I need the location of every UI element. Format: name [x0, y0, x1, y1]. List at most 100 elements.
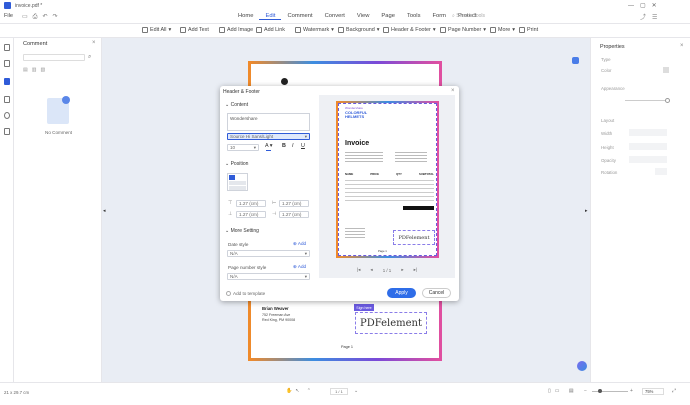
- attachment-icon[interactable]: [4, 96, 10, 103]
- content-section: ⌄ Content: [225, 102, 249, 108]
- assistant-bubble-icon[interactable]: [577, 361, 587, 371]
- navigation-tools[interactable]: ✋↖ ⌃: [286, 388, 314, 394]
- add-link-button[interactable]: Add Link: [256, 27, 285, 33]
- font-select[interactable]: Source Hi Sans/Light ▾: [227, 133, 310, 140]
- rotation-input[interactable]: [655, 168, 667, 175]
- add-to-template-checkbox[interactable]: [226, 291, 231, 296]
- next-page-icon[interactable]: ▸: [401, 267, 403, 273]
- color-swatch[interactable]: [663, 67, 669, 73]
- prev-page-icon[interactable]: ◂: [370, 267, 372, 273]
- right-margin-icon: ⊣: [272, 211, 277, 217]
- search-icon[interactable]: [4, 112, 10, 119]
- content-text-area[interactable]: Wondershare: [227, 113, 310, 131]
- add-text-button[interactable]: Add Text: [180, 27, 209, 33]
- link-icon: [256, 27, 262, 33]
- bold-icon[interactable]: B: [282, 143, 286, 149]
- comment-icon[interactable]: [4, 78, 10, 85]
- left-margin-input[interactable]: 1.27 (cm): [279, 200, 309, 207]
- watermark-button[interactable]: Watermark ▾: [295, 27, 334, 33]
- opacity-slider[interactable]: [625, 100, 665, 101]
- menu-edit[interactable]: Edit: [259, 13, 282, 20]
- thumbnail-icon[interactable]: [4, 44, 10, 51]
- page-footer: Page 1: [341, 345, 354, 349]
- font-color-button[interactable]: A ▾: [265, 143, 273, 149]
- menu-comment[interactable]: Comment: [281, 13, 318, 20]
- preview-invoice-meta: [395, 150, 427, 164]
- text-icon: [180, 27, 186, 33]
- right-margin-input[interactable]: 1.27 (cm): [279, 211, 309, 218]
- next-page-icon[interactable]: ⌄: [354, 388, 358, 394]
- font-size-select[interactable]: 10 ▾: [227, 144, 259, 151]
- share-icons[interactable]: ⤴☰: [640, 12, 663, 21]
- print-icon: [519, 27, 525, 33]
- position-cell[interactable]: [229, 186, 246, 190]
- add-page-number-button[interactable]: ⊕ Add: [293, 264, 306, 270]
- preview-total-bar: [403, 206, 434, 210]
- menu-home[interactable]: Home: [232, 13, 259, 20]
- window-controls[interactable]: —▢✕: [628, 2, 663, 9]
- italic-icon[interactable]: I: [292, 143, 294, 149]
- quick-tools[interactable]: ▭⎙↶↷: [22, 13, 63, 21]
- menu-tools[interactable]: Tools: [401, 13, 427, 20]
- background-icon: [338, 27, 344, 33]
- bookmark-icon[interactable]: [4, 60, 10, 67]
- position-cell[interactable]: [229, 181, 246, 185]
- comment-filter-icons[interactable]: ▤▥▧: [23, 67, 49, 73]
- ai-assist-icon[interactable]: [572, 57, 579, 64]
- zoom-out-icon[interactable]: −: [584, 388, 587, 394]
- cancel-button[interactable]: Cancel: [422, 288, 451, 298]
- position-grid[interactable]: [227, 173, 248, 191]
- preview-table-rows: [345, 177, 434, 203]
- menu-view[interactable]: View: [351, 13, 375, 20]
- menu-form[interactable]: Form: [426, 13, 452, 20]
- fit-page-icon[interactable]: ⤢: [672, 388, 676, 394]
- more-button[interactable]: More ▾: [490, 27, 515, 33]
- preview-address-lines: [345, 150, 383, 164]
- comment-search-input[interactable]: [23, 54, 85, 61]
- width-input[interactable]: [629, 129, 667, 136]
- height-input[interactable]: [629, 143, 667, 150]
- underline-icon[interactable]: U: [301, 143, 305, 149]
- first-page-icon[interactable]: |◂: [357, 267, 360, 273]
- page-number-style-select[interactable]: N/A ▾: [227, 273, 310, 280]
- search-tools[interactable]: ⌕ Search Tools: [452, 13, 485, 19]
- signature-field[interactable]: PDFelement: [355, 312, 427, 334]
- last-page-icon[interactable]: ▸|: [414, 267, 417, 273]
- preview-brand: COLORFUL HELMETS: [345, 110, 368, 119]
- address-line-1: 752 Freeman Ave: [262, 313, 291, 317]
- menu-page[interactable]: Page: [375, 13, 401, 20]
- apply-button[interactable]: Apply: [387, 288, 416, 298]
- zoom-in-icon[interactable]: +: [630, 388, 633, 394]
- close-icon[interactable]: ×: [680, 43, 684, 49]
- position-cell-selected[interactable]: [229, 175, 235, 180]
- view-mode-icons[interactable]: ▯▭ ▤: [548, 388, 578, 394]
- zoom-select[interactable]: 75%: [642, 388, 664, 395]
- close-icon[interactable]: ×: [451, 88, 455, 94]
- print-button[interactable]: Print: [519, 27, 538, 33]
- top-margin-input[interactable]: 1.27 (cm): [236, 200, 266, 207]
- opacity-input[interactable]: [629, 156, 667, 163]
- add-image-button[interactable]: Add Image: [219, 27, 253, 33]
- zoom-slider-handle[interactable]: [598, 389, 602, 393]
- address-line-2: Red King, PM 90008: [262, 318, 296, 322]
- search-icon[interactable]: ⌕: [88, 54, 91, 61]
- background-button[interactable]: Background ▾: [338, 27, 380, 33]
- bottom-margin-input[interactable]: 1.27 (cm): [236, 211, 266, 218]
- page-input[interactable]: 1 / 1: [330, 388, 348, 395]
- slider-handle[interactable]: [665, 98, 670, 103]
- page-logo-icon: [281, 78, 288, 85]
- close-icon[interactable]: ×: [92, 40, 96, 46]
- add-date-button[interactable]: ⊕ Add: [293, 241, 306, 247]
- collapse-left-icon[interactable]: ◂: [103, 208, 106, 214]
- menu-convert[interactable]: Convert: [319, 13, 351, 20]
- header-footer-button[interactable]: Header & Footer ▾: [383, 27, 436, 33]
- edit-icon: [142, 27, 148, 33]
- document-tab[interactable]: invoice.pdf *: [15, 3, 42, 9]
- collapse-right-icon[interactable]: ▸: [585, 208, 588, 214]
- edit-all-button[interactable]: Edit All ▾: [142, 27, 171, 33]
- date-style-select[interactable]: N/A ▾: [227, 250, 310, 257]
- page-number-button[interactable]: Page Number ▾: [440, 27, 486, 33]
- layers-icon[interactable]: [4, 128, 10, 135]
- file-menu[interactable]: File: [4, 13, 13, 19]
- edit-toolbar: Edit All ▾ Add Text Add Image Add Link W…: [0, 24, 690, 38]
